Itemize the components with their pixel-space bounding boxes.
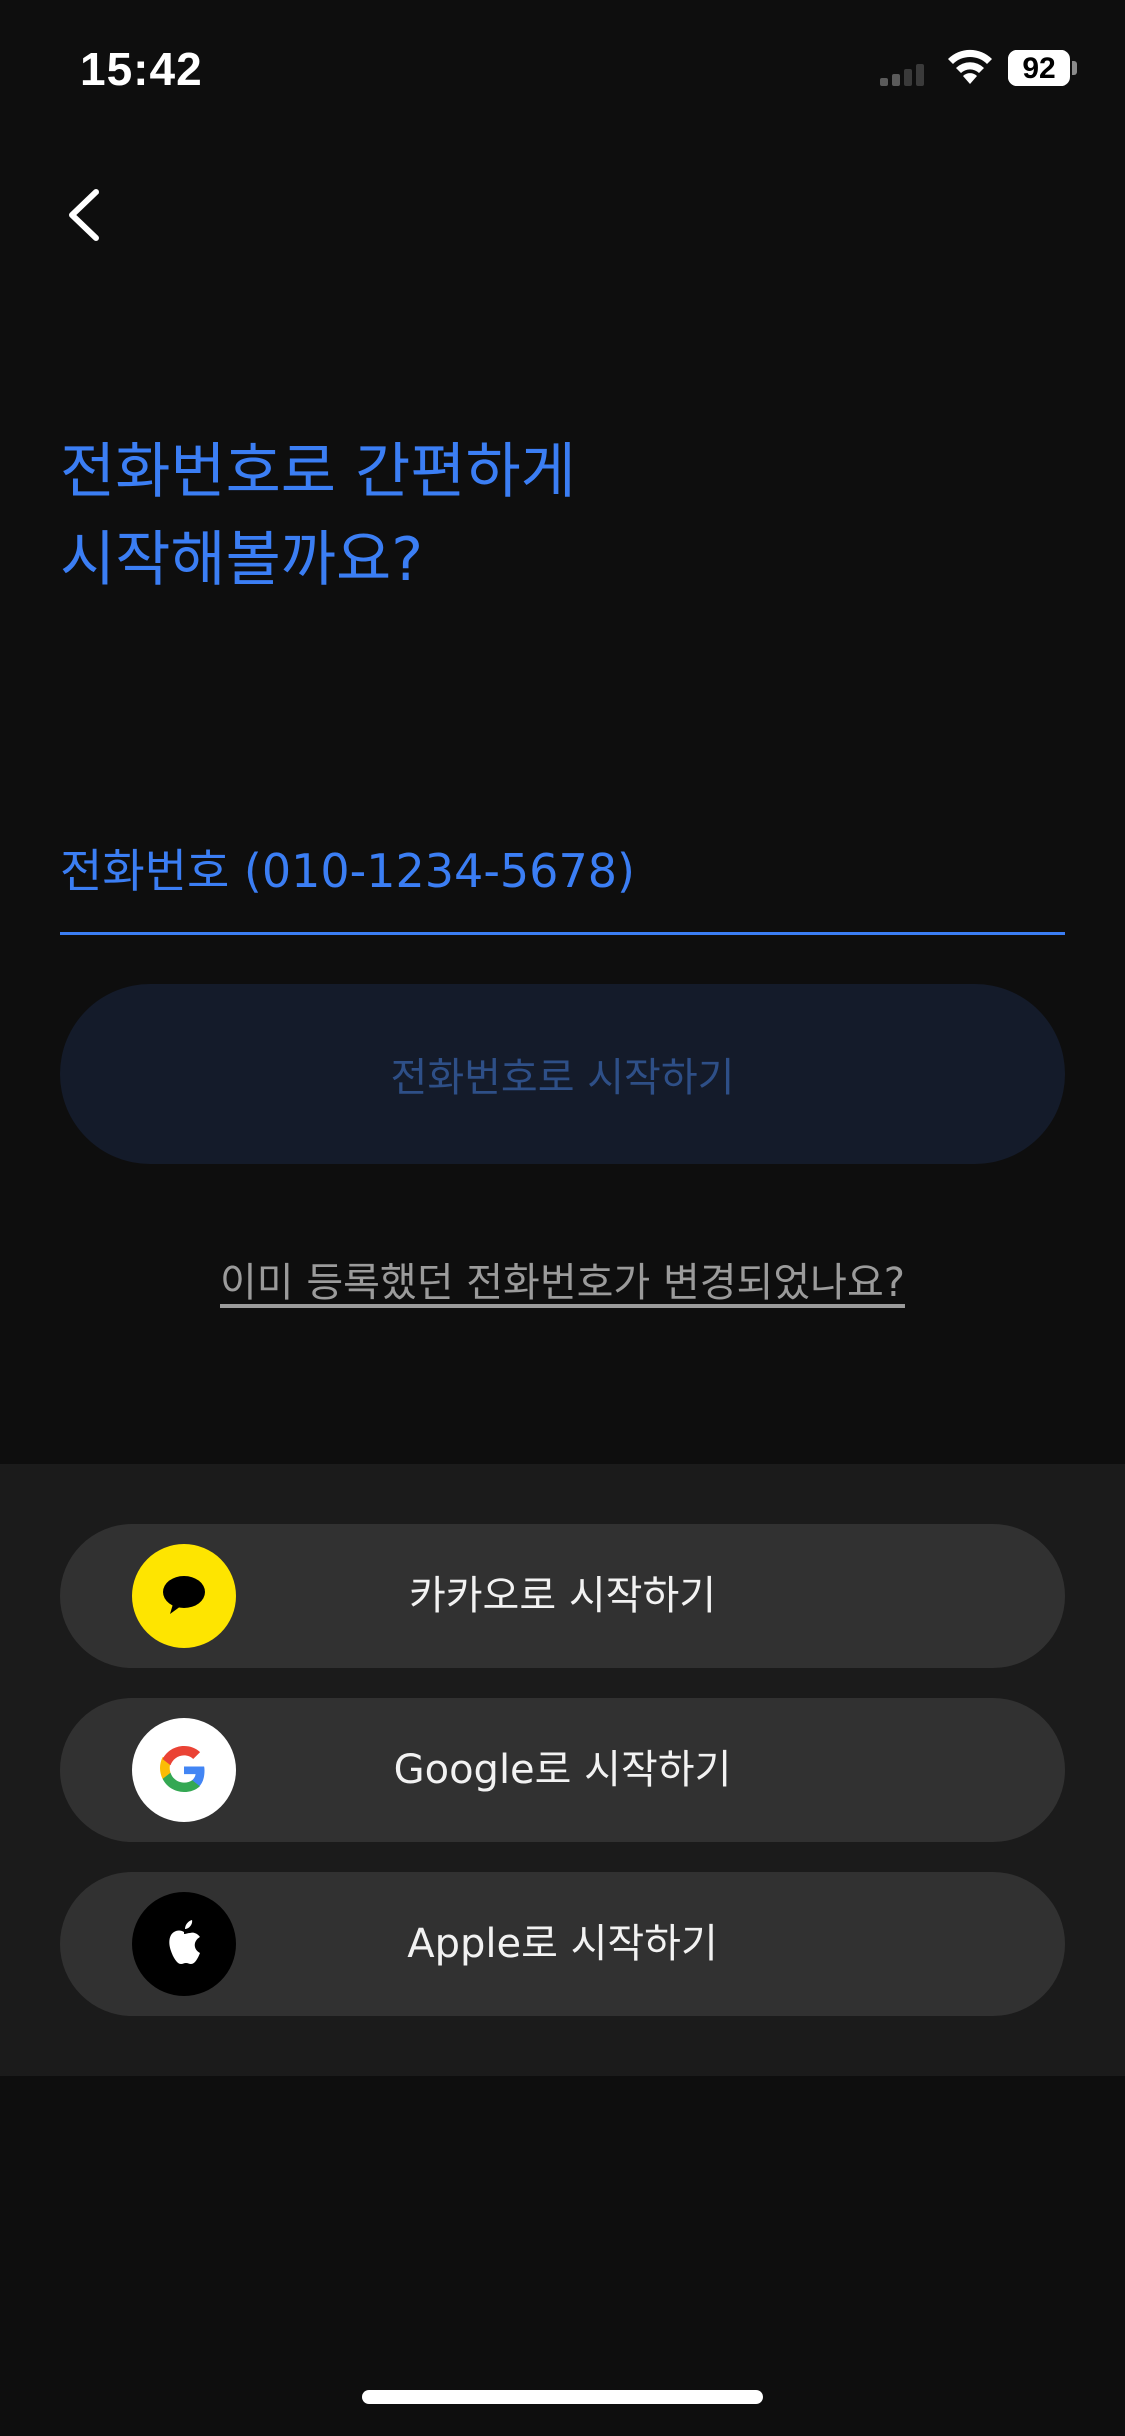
google-login-button[interactable]: Google로 시작하기 [60,1698,1065,1842]
kakao-login-button[interactable]: 카카오로 시작하기 [60,1524,1065,1668]
phone-field [60,810,1065,936]
apple-login-button[interactable]: Apple로 시작하기 [60,1872,1065,2016]
phone-start-button[interactable]: 전화번호로 시작하기 [60,984,1065,1164]
battery-percent: 92 [1022,52,1056,85]
status-bar: 15:42 92 [0,0,1125,140]
page-title: 전화번호로 간편하게 시작해볼까요? [60,428,960,604]
cellular-signal-icon [880,64,924,86]
home-indicator[interactable] [362,2390,763,2404]
phone-number-input[interactable] [60,810,1065,932]
google-login-label: Google로 시작하기 [393,1747,732,1793]
changed-number-link-container: 이미 등록했던 전화번호가 변경되었나요? [0,1250,1125,1308]
wifi-icon [948,49,992,84]
battery-cap [1072,61,1077,75]
status-time: 15:42 [80,43,203,95]
back-button[interactable] [50,170,130,260]
changed-number-link[interactable]: 이미 등록했던 전화번호가 변경되었나요? [220,1260,905,1306]
apple-login-label: Apple로 시작하기 [407,1921,718,1967]
phone-input-underline [60,932,1065,935]
chevron-left-icon [69,189,99,241]
page-title-line-2: 시작해볼까요? [60,525,424,595]
kakao-login-label: 카카오로 시작하기 [408,1573,717,1619]
social-login-panel: 카카오로 시작하기 Google로 시작하기 Apple로 시작하기 [0,1464,1125,2076]
page-title-line-1: 전화번호로 간편하게 [60,437,576,507]
battery-indicator: 92 [1008,50,1077,86]
battery-body: 92 [1008,50,1070,86]
